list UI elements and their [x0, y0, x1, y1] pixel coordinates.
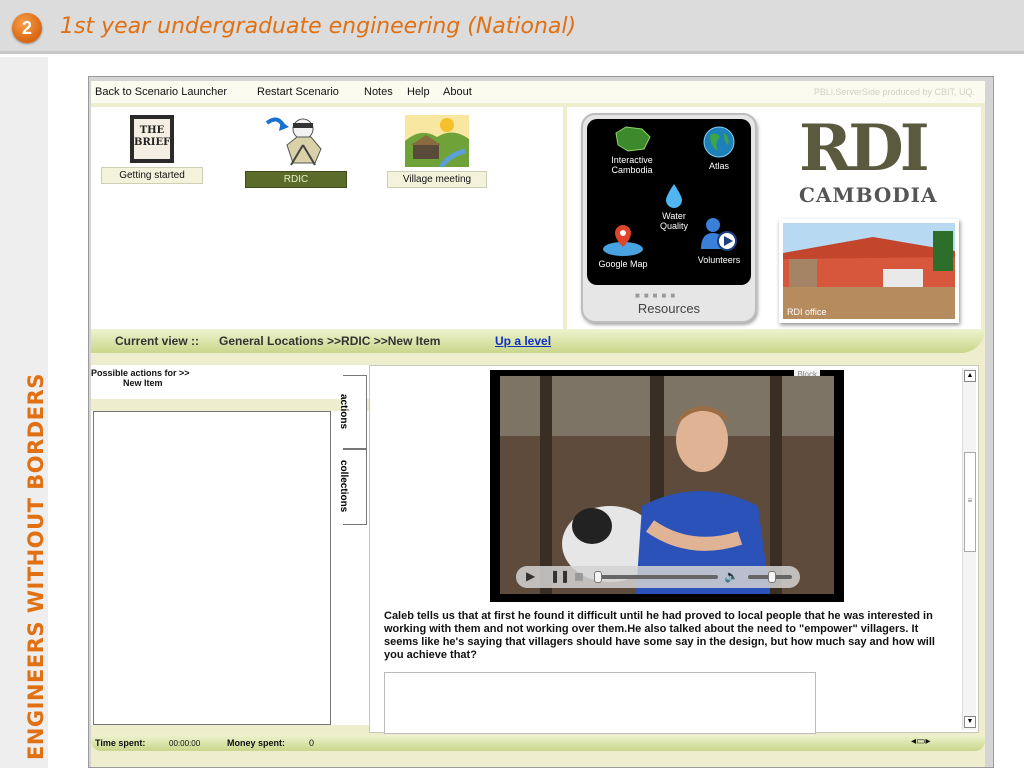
money-spent-label: Money spent:: [227, 738, 286, 748]
video-still-image: [500, 376, 834, 594]
getting-started-label: Getting started: [101, 167, 203, 184]
breadcrumb-prefix: Current view ::: [115, 334, 200, 348]
atlas-button[interactable]: Atlas: [691, 125, 747, 171]
volume-slider[interactable]: [748, 571, 792, 583]
video-player[interactable]: Block ▶ ❚❚ ◼ 🔈: [490, 370, 844, 602]
app-inner: Back to Scenario Launcher Restart Scenar…: [91, 81, 985, 767]
breadcrumb: Current view :: General Locations >>RDIC…: [91, 329, 985, 353]
volunteers-label: Volunteers: [697, 255, 741, 265]
video-frame: [500, 376, 834, 594]
rdic-mascot-icon: [265, 117, 322, 166]
resize-window-icon[interactable]: ◂▭▸: [911, 736, 931, 747]
tab-actions-label: actions: [338, 394, 349, 430]
rdic-label: RDIC: [245, 171, 347, 188]
resources-title: Resources: [637, 301, 701, 316]
up-a-level-link[interactable]: Up a level: [495, 334, 551, 348]
scroll-thumb[interactable]: ≡: [964, 452, 976, 552]
menu-help[interactable]: Help: [407, 86, 430, 98]
time-spent-value: 00:00:00: [169, 739, 201, 748]
navigation-panel: THE BRIEF Getting started RDIC Village m…: [91, 107, 563, 329]
brief-icon-line2: BRIEF: [134, 137, 171, 148]
video-description: Caleb tells us that at first he found it…: [384, 610, 935, 661]
slide-header: 2 1st year undergraduate engineering (Na…: [0, 0, 1024, 54]
brief-icon-line1: THE: [139, 125, 165, 136]
rdi-logo-country: CAMBODIA: [799, 183, 938, 207]
mute-icon[interactable]: ◼: [574, 569, 584, 583]
water-drop-icon: [666, 184, 682, 208]
volunteers-icon: [701, 218, 737, 251]
rdi-office-caption: RDI office: [787, 307, 827, 317]
tab-actions[interactable]: actions: [338, 375, 367, 449]
brief-icon: THE BRIEF: [130, 115, 174, 163]
side-label: ENGINEERS WITHOUT BORDERS: [24, 373, 48, 760]
rdi-logo-letters: RDI: [799, 111, 930, 186]
slide-title: 1st year undergraduate engineering (Nati…: [60, 14, 577, 39]
slide-number-badge: 2: [12, 13, 42, 43]
interactive-cambodia-button[interactable]: Interactive Cambodia: [595, 125, 669, 175]
scroll-up-icon[interactable]: ▲: [964, 370, 976, 382]
cambodia-map-icon: [615, 126, 651, 152]
actions-list[interactable]: [93, 411, 331, 725]
village-meeting-label: Village meeting: [387, 171, 487, 188]
breadcrumb-path: General Locations >>RDIC >>New Item: [219, 334, 441, 348]
play-icon[interactable]: ▶: [526, 569, 535, 583]
volume-handle[interactable]: [767, 571, 776, 583]
credit-text: PBLi.ServerSide produced by CBIT, UQ.: [813, 87, 975, 97]
actions-strip: [91, 399, 369, 411]
volunteers-button[interactable]: Volunteers: [687, 215, 751, 265]
content-panel: Block ▶ ❚❚ ◼ 🔈 Caleb tells us that at fi…: [369, 365, 979, 734]
tab-collections[interactable]: collections: [338, 449, 367, 525]
status-bar: Time spent: 00:00:00 Money spent: 0 ◂▭▸: [91, 735, 985, 751]
menu-back-to-launcher[interactable]: Back to Scenario Launcher: [95, 86, 227, 98]
resources-panel: Interactive Cambodia Atlas Water Quality…: [567, 107, 981, 329]
village-icon: [405, 115, 469, 167]
atlas-label: Atlas: [708, 161, 729, 171]
actions-header-line2: New Item: [123, 378, 163, 388]
time-spent-label: Time spent:: [95, 738, 146, 748]
seek-handle[interactable]: [594, 571, 602, 583]
video-controls: ▶ ❚❚ ◼ 🔈: [516, 566, 800, 588]
tab-collections-label: collections: [338, 460, 349, 513]
resources-menu: Interactive Cambodia Atlas Water Quality…: [587, 119, 751, 285]
rdi-office-photo[interactable]: RDI office: [779, 219, 959, 323]
village-meeting-tile[interactable]: Village meeting: [387, 115, 487, 188]
app-window: Back to Scenario Launcher Restart Scenar…: [88, 76, 994, 768]
scroll-down-icon[interactable]: ▼: [964, 716, 976, 728]
volume-icon[interactable]: 🔈: [724, 569, 739, 583]
actions-panel: Possible actions for >> New Item actions…: [91, 365, 369, 725]
pager-dots: ■■■■■: [635, 291, 680, 300]
menu-notes[interactable]: Notes: [364, 86, 393, 98]
rdi-office-image: [783, 223, 955, 319]
actions-header-line1: Possible actions for >>: [91, 368, 190, 378]
content-scrollbar[interactable]: ▲ ≡ ▼: [962, 368, 976, 730]
money-spent-value: 0: [309, 738, 315, 748]
pause-icon[interactable]: ❚❚: [550, 569, 570, 583]
menu-bar: Back to Scenario Launcher Restart Scenar…: [91, 81, 985, 103]
google-map-label: Google Map: [598, 259, 648, 269]
google-map-button[interactable]: Google Map: [593, 223, 653, 269]
rdic-tile[interactable]: RDIC: [245, 115, 347, 188]
getting-started-tile[interactable]: THE BRIEF Getting started: [101, 115, 203, 184]
menu-restart-scenario[interactable]: Restart Scenario: [257, 86, 339, 98]
menu-about[interactable]: About: [443, 86, 472, 98]
response-textarea[interactable]: [384, 672, 816, 734]
globe-icon: [703, 126, 735, 158]
map-pin-icon: [603, 225, 643, 256]
seek-bar[interactable]: [594, 571, 718, 583]
resources-box: Interactive Cambodia Atlas Water Quality…: [581, 113, 757, 323]
rdi-logo: RDI CAMBODIA: [789, 113, 973, 209]
interactive-cambodia-label: Interactive Cambodia: [611, 155, 653, 175]
actions-header: Possible actions for >> New Item: [91, 365, 369, 399]
